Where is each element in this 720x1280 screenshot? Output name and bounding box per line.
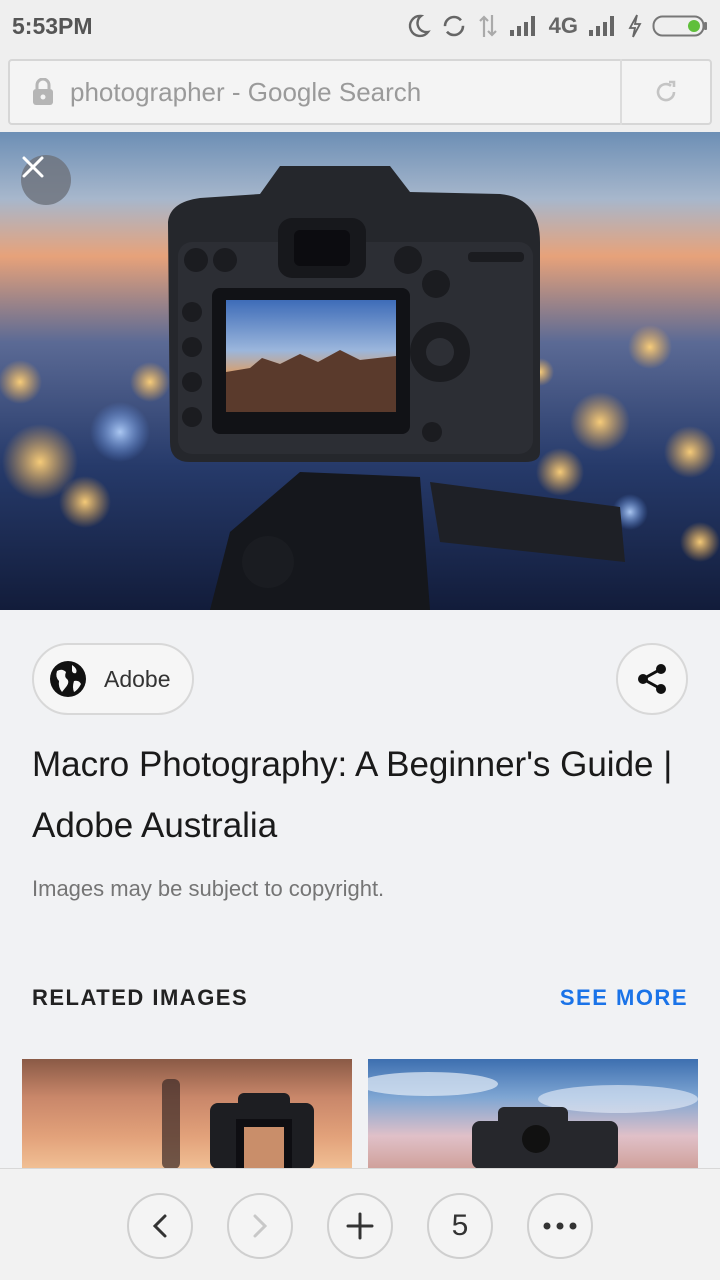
share-icon xyxy=(638,664,666,694)
related-image-thumbnail[interactable] xyxy=(368,1059,698,1169)
more-icon xyxy=(543,1222,577,1230)
status-time: 5:53PM xyxy=(12,12,93,39)
source-chip[interactable]: Adobe xyxy=(32,643,194,715)
network-label: 4G xyxy=(548,13,578,38)
camera-sunset-photo xyxy=(162,1079,314,1169)
see-more-link[interactable]: SEE MORE xyxy=(560,985,688,1011)
reload-icon xyxy=(656,80,676,102)
new-tab-icon xyxy=(346,1212,374,1240)
share-button[interactable] xyxy=(616,643,688,715)
signal-icon xyxy=(589,16,614,36)
status-icons: 4G xyxy=(405,13,708,39)
address-bar[interactable]: photographer - Google Search xyxy=(8,59,712,125)
preview-image xyxy=(0,132,720,610)
tab-count: 5 xyxy=(451,1209,469,1242)
related-image-thumbnail[interactable] xyxy=(22,1059,352,1169)
camera-photo xyxy=(0,166,720,610)
related-images-heading: RELATED IMAGES xyxy=(32,985,249,1010)
bottom-toolbar: 5 xyxy=(0,1168,720,1280)
close-icon xyxy=(22,156,44,178)
back-icon xyxy=(152,1214,167,1238)
source-label: Adobe xyxy=(104,665,171,692)
forward-icon xyxy=(253,1214,268,1238)
close-button[interactable] xyxy=(21,155,71,205)
data-arrows-icon xyxy=(478,15,497,37)
battery-icon xyxy=(652,15,707,37)
moon-icon xyxy=(408,14,431,38)
globe-icon xyxy=(50,661,86,697)
copyright-note: Images may be subject to copyright. xyxy=(32,876,385,901)
reload-button[interactable] xyxy=(622,61,710,123)
charging-icon xyxy=(628,14,642,38)
sync-icon xyxy=(443,15,464,37)
url-text[interactable]: photographer - Google Search xyxy=(70,77,620,108)
new-tab-button[interactable] xyxy=(327,1193,393,1259)
tabs-button[interactable]: 5 xyxy=(427,1193,493,1259)
status-bar: 5:53PM 4G xyxy=(0,0,720,52)
image-title[interactable]: Macro Photography: A Beginner's Guide | … xyxy=(32,734,692,856)
more-button[interactable] xyxy=(527,1193,593,1259)
lock-icon xyxy=(33,78,53,105)
signal-icon xyxy=(509,16,535,36)
address-bar-container: photographer - Google Search xyxy=(0,52,720,132)
back-button[interactable] xyxy=(127,1193,193,1259)
camera-sky-photo xyxy=(368,1072,698,1169)
forward-button[interactable] xyxy=(227,1193,293,1259)
